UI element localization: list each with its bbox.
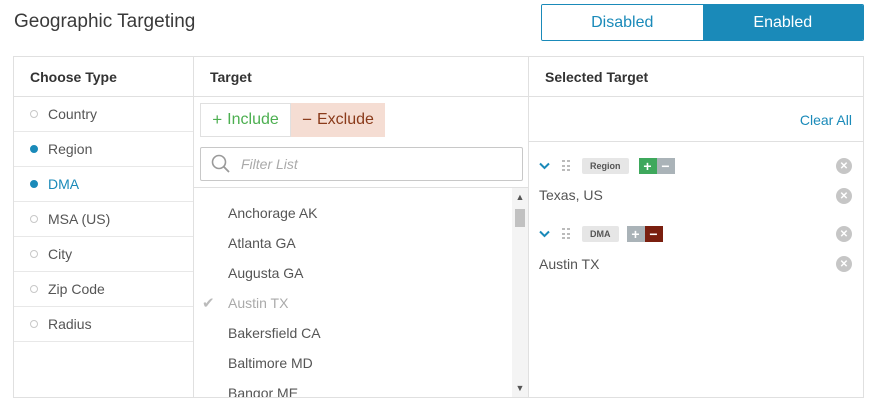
type-label: MSA (US) (48, 211, 111, 227)
targeting-toggle: Disabled Enabled (541, 4, 864, 41)
selected-target-column: Selected Target Clear All Region + − ✕ T… (529, 57, 863, 397)
include-label: Include (227, 111, 279, 128)
include-toggle-icon[interactable]: + (626, 226, 645, 242)
scroll-up-arrow-icon[interactable]: ▲ (512, 190, 528, 204)
type-label: DMA (48, 176, 80, 192)
filter-box (200, 147, 523, 181)
type-label: City (48, 246, 73, 262)
radio-icon (30, 110, 38, 118)
radio-icon (30, 215, 38, 223)
target-label: Baltimore MD (228, 355, 313, 371)
type-item-region[interactable]: Region (14, 132, 193, 167)
type-label: Region (48, 141, 93, 157)
include-toggle-icon[interactable]: + (638, 158, 657, 174)
target-item-selected[interactable]: ✔ Austin TX (194, 288, 528, 318)
clear-all-link[interactable]: Clear All (800, 112, 852, 128)
exclude-toggle-icon[interactable]: − (644, 226, 663, 242)
exclude-toggle-icon[interactable]: − (656, 158, 675, 174)
type-label: Radius (48, 316, 92, 332)
target-label: Bakersfield CA (228, 325, 321, 341)
selected-value: Austin TX (539, 256, 600, 272)
selected-group-region: Region + − ✕ (529, 155, 863, 177)
scroll-thumb[interactable] (515, 209, 525, 227)
target-item[interactable]: Anchorage AK (194, 198, 528, 228)
type-tag: DMA (582, 226, 619, 242)
target-item[interactable]: Bakersfield CA (194, 318, 528, 348)
type-item-msa[interactable]: MSA (US) (14, 202, 193, 237)
minus-icon: − (302, 110, 312, 129)
target-header: Target (194, 57, 528, 97)
target-item[interactable]: Augusta GA (194, 258, 528, 288)
target-list-area: Anchorage AK Atlanta GA Augusta GA ✔ Aus… (194, 187, 528, 397)
type-list: Country Region DMA MSA (US) City Zip Cod… (14, 97, 193, 342)
remove-group-icon[interactable]: ✕ (836, 226, 852, 242)
selected-value: Texas, US (539, 187, 603, 203)
choose-type-column: Choose Type Country Region DMA MSA (US) … (14, 57, 194, 397)
type-item-zip-code[interactable]: Zip Code (14, 272, 193, 307)
disabled-button[interactable]: Disabled (542, 5, 703, 40)
type-item-country[interactable]: Country (14, 97, 193, 132)
chevron-down-icon[interactable] (539, 227, 550, 241)
radio-icon (30, 180, 38, 188)
type-label: Country (48, 106, 98, 122)
scroll-down-arrow-icon[interactable]: ▼ (512, 381, 528, 395)
target-item[interactable]: Atlanta GA (194, 228, 528, 258)
check-icon: ✔ (202, 295, 215, 312)
chevron-down-icon[interactable] (539, 159, 550, 173)
type-label: Zip Code (48, 281, 105, 297)
target-label: Bangor ME (228, 385, 299, 397)
targeting-panel: Choose Type Country Region DMA MSA (US) … (13, 56, 864, 398)
radio-icon (30, 145, 38, 153)
radio-icon (30, 285, 38, 293)
target-list-scrollbar[interactable]: ▲ ▼ (512, 188, 528, 397)
clear-row: Clear All (529, 97, 863, 142)
remove-group-icon[interactable]: ✕ (836, 158, 852, 174)
exclude-label: Exclude (317, 111, 374, 128)
selected-target-header: Selected Target (529, 57, 863, 97)
choose-type-header: Choose Type (14, 57, 193, 97)
radio-icon (30, 320, 38, 328)
filter-input[interactable] (241, 156, 501, 172)
target-column: Target + Include − Exclude Anchorage AK … (194, 57, 529, 397)
target-item[interactable]: Baltimore MD (194, 348, 528, 378)
plus-icon: + (212, 110, 223, 129)
radio-icon (30, 250, 38, 258)
drag-handle-icon[interactable] (562, 160, 570, 172)
include-button[interactable]: + Include (200, 103, 291, 137)
target-label: Anchorage AK (228, 205, 318, 221)
remove-value-icon[interactable]: ✕ (836, 188, 852, 204)
enabled-button[interactable]: Enabled (702, 5, 863, 40)
remove-value-icon[interactable]: ✕ (836, 256, 852, 272)
selected-group-dma: DMA + − ✕ (529, 223, 863, 245)
target-list: Anchorage AK Atlanta GA Augusta GA ✔ Aus… (194, 188, 528, 397)
drag-handle-icon[interactable] (562, 228, 570, 240)
target-item[interactable]: Bangor ME (194, 378, 528, 397)
target-label: Austin TX (228, 295, 289, 311)
page-title: Geographic Targeting (14, 11, 196, 32)
include-exclude-group: + Include − Exclude (200, 103, 385, 137)
target-label: Augusta GA (228, 265, 304, 281)
type-item-dma[interactable]: DMA (14, 167, 193, 202)
type-item-city[interactable]: City (14, 237, 193, 272)
exclude-button[interactable]: − Exclude (291, 103, 385, 137)
search-icon (211, 154, 230, 173)
type-item-radius[interactable]: Radius (14, 307, 193, 342)
type-tag: Region (582, 158, 629, 174)
target-label: Atlanta GA (228, 235, 296, 251)
